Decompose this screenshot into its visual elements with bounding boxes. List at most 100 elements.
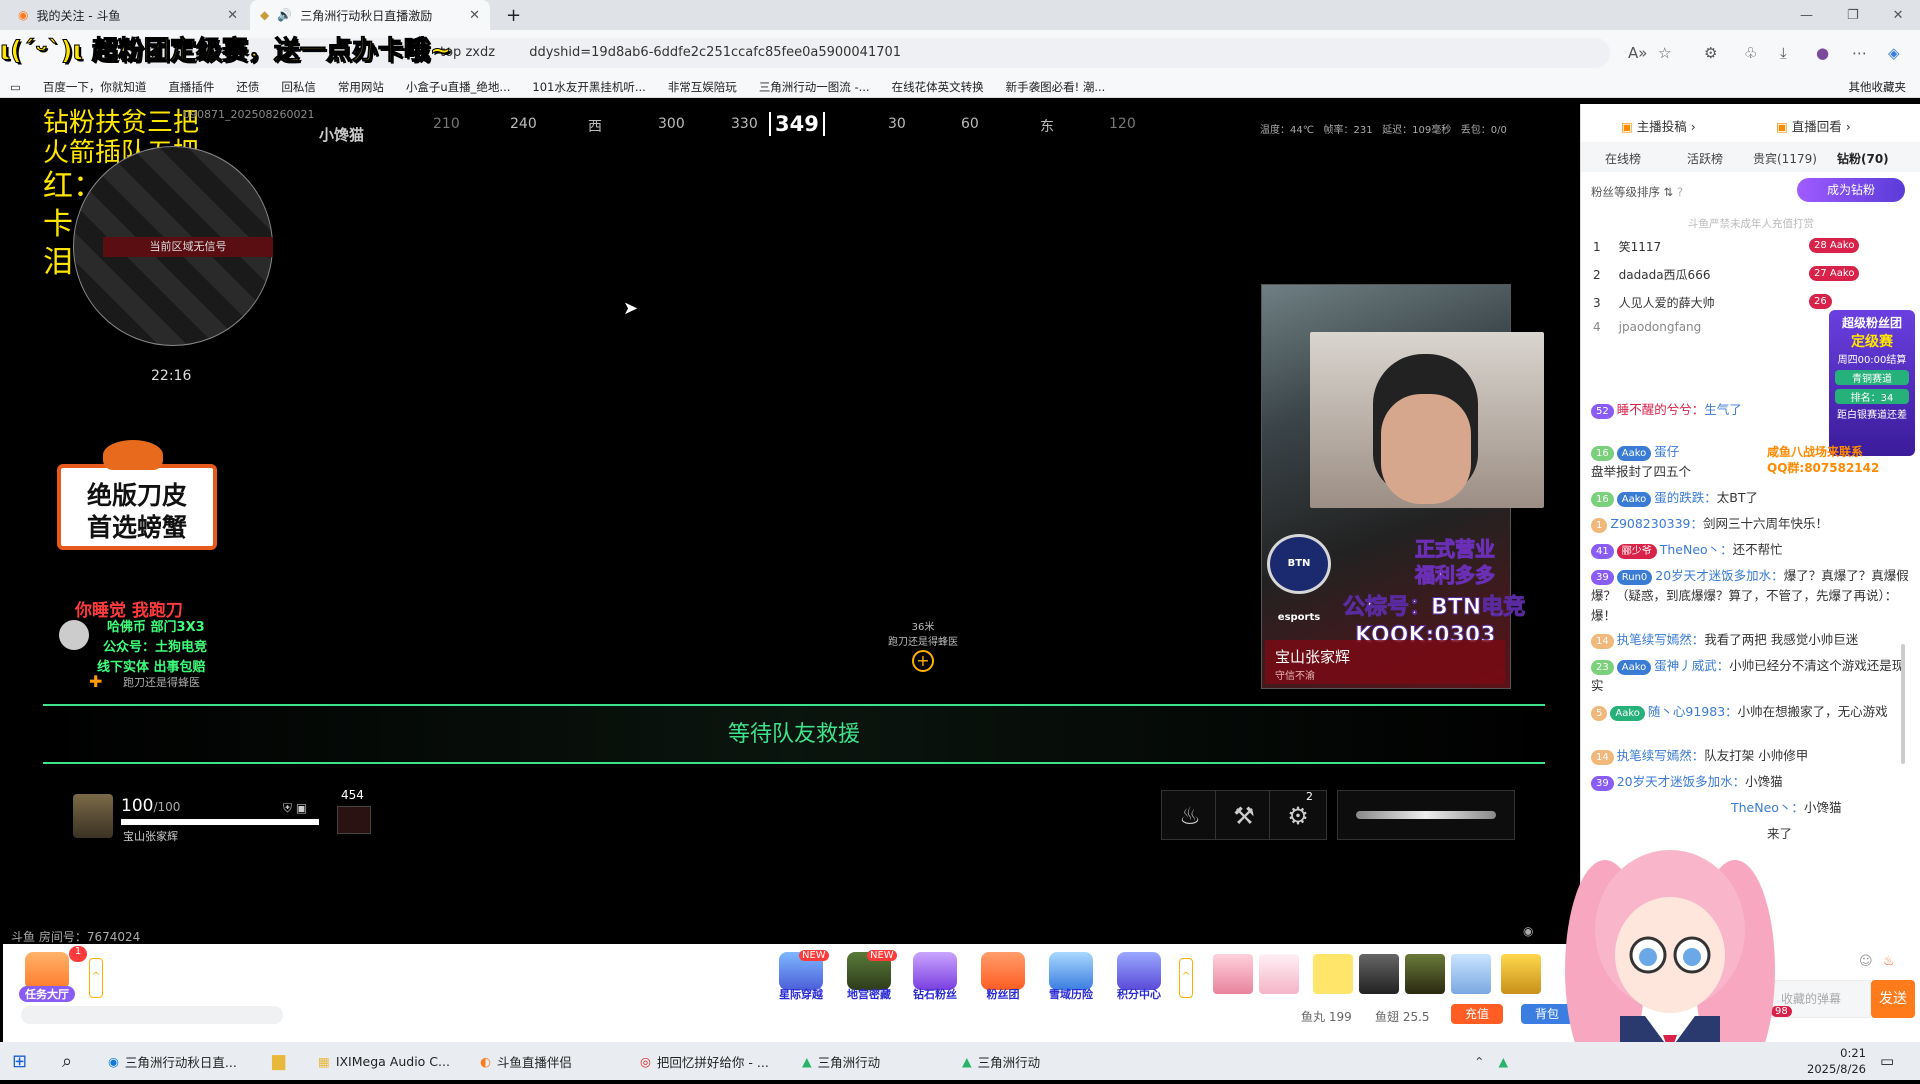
chat-message[interactable]: 1 Z908230339：剑网三十六周年快乐！ [1591, 514, 1909, 534]
chat-message[interactable]: 39 20岁天才迷饭多加水：小馋猫 [1591, 772, 1909, 792]
settings-dot-icon[interactable]: ◉ [1523, 924, 1533, 938]
gift-thumb-icon[interactable] [1313, 954, 1353, 994]
tab-diamond[interactable]: 钻粉(70) [1837, 150, 1889, 167]
taskbar-date: 2025/8/26 [1807, 1062, 1866, 1076]
favorite-star-icon[interactable]: ☆ [1658, 44, 1671, 62]
become-diamond-fan-button[interactable]: 成为钻粉 [1797, 178, 1905, 202]
tray-chevron-icon[interactable]: ⌃ [1474, 1054, 1484, 1069]
chat-message[interactable]: 16 Aako 蛋的跌跌：太BT了 [1591, 488, 1909, 508]
expand-arrow-icon[interactable]: ^ [89, 958, 103, 998]
chat-message[interactable]: 41 郦少爷 TheNeo丶：还不帮忙 [1591, 540, 1909, 560]
tab-my-follows[interactable]: ◉ 我的关注 - 斗鱼 ✕ [8, 0, 248, 30]
rank-row[interactable]: 2 dadada西瓜666 [1593, 266, 1710, 283]
rank-row[interactable]: 4 jpaodongfang [1593, 320, 1701, 334]
taskbar-app[interactable]: ◐ 斗鱼直播伴侣 [480, 1042, 630, 1080]
speaker-icon[interactable]: 🔊 [277, 8, 292, 22]
bookmark-item[interactable]: 小盒子u直播_绝地... [406, 79, 511, 95]
copilot-icon[interactable]: ◈ [1888, 44, 1900, 62]
bookmark-item[interactable]: 回私信 [281, 79, 316, 95]
anchor-post-link[interactable]: ▣ 主播投稿 › [1621, 116, 1696, 135]
new-tab-button[interactable]: + [496, 0, 526, 30]
chat-message[interactable]: 5 Aako 随丶心91983：小帅在想搬家了，无心游戏 [1591, 702, 1909, 722]
tab-delta-force[interactable]: ◆ 🔊 三角洲行动秋日直播激励 ✕ [250, 0, 490, 30]
taskbar-app[interactable]: ▲ 三角洲行动 [962, 1042, 1112, 1080]
gift-item[interactable]: 钻石粉丝 [907, 952, 963, 1002]
close-tab-icon[interactable]: ✕ [227, 8, 238, 23]
tab-active[interactable]: 活跃榜 [1687, 150, 1723, 167]
chat-message[interactable]: 39 Run0 20岁天才迷饭多加水：爆了？真爆了？真爆假爆？（疑惑，到底爆爆？算了… [1591, 566, 1909, 626]
gold-bar-icon[interactable] [1501, 954, 1541, 994]
bookmark-item[interactable]: 百度一下，你就知道 [43, 79, 147, 95]
rank-title: 粉丝等级排序 ⇅ ? [1591, 185, 1684, 199]
chat-nick: 随丶心91983： [1647, 704, 1738, 719]
chat-text: 盘举报封了四五个 [1591, 464, 1692, 479]
fire-icon[interactable]: ♨ [1883, 954, 1895, 969]
start-icon[interactable]: ⊞ [12, 1042, 27, 1080]
close-window-icon[interactable]: ✕ [1893, 8, 1904, 23]
help-icon[interactable]: ? [1677, 185, 1683, 199]
read-aloud-icon[interactable]: A» [1628, 44, 1647, 62]
other-bookmarks[interactable]: 其他收藏夹 [1849, 79, 1907, 95]
bookmark-item[interactable]: 直播插件 [168, 79, 214, 95]
expand-arrow-icon[interactable]: ^ [1179, 958, 1193, 998]
gadget-count: 2 [1306, 790, 1313, 803]
gift-item[interactable]: 积分中心 [1111, 952, 1167, 1002]
task-hall-button[interactable]: 任务大厅 [19, 952, 75, 1002]
bookmark-item[interactable]: 还债 [236, 79, 259, 95]
more-menu-icon[interactable]: ⋯ [1852, 44, 1867, 62]
chat-message[interactable]: TheNeo丶：小馋猫 [1591, 798, 1909, 818]
taskbar-app[interactable]: ▲ 三角洲行动 [802, 1042, 952, 1080]
reading-list-icon[interactable]: ▭ [10, 80, 21, 94]
gift-thumb-icon[interactable] [1213, 954, 1253, 994]
download-icon[interactable]: ⤓ [1780, 44, 1787, 62]
compass-mark: 60 [961, 116, 979, 132]
collections-icon[interactable]: ♧ [1744, 44, 1757, 62]
chat-scrollbar[interactable] [1901, 644, 1905, 764]
video-player[interactable]: 钻粉扶贫三把 火箭插队五把 红：9 卡： 泪：4 090871_20250826… [3, 104, 1580, 944]
replay-link[interactable]: ▣ 直播回看 › [1776, 116, 1851, 135]
favicon-icon: ◆ [260, 8, 270, 22]
chat-message[interactable]: 16 Aako 蛋仔 盘举报封了四五个 [1591, 442, 1909, 482]
gift-item[interactable]: 雪域历险 [1043, 952, 1099, 1002]
bookmark-item[interactable]: 三角洲行动一图流 -... [759, 79, 870, 95]
taskbar-app[interactable]: ◎ 把回忆拼好给你 - ... [640, 1042, 790, 1080]
gift-thumb-icon[interactable] [1405, 954, 1445, 994]
tray-app-icon[interactable]: ▲ [1498, 1054, 1508, 1069]
chat-message[interactable]: 52 睡不醒的兮兮：生气了 [1591, 400, 1909, 420]
clock[interactable]: 0:21 2025/8/26 [1782, 1042, 1866, 1080]
search-icon[interactable]: ⌕ [62, 1042, 72, 1080]
restore-icon[interactable]: ❐ [1847, 8, 1859, 23]
gift-thumb-icon[interactable] [1259, 954, 1299, 994]
chat-message[interactable]: 23 Aako 蛋神丿威武：小帅已经分不清这个游戏还是现实 [1591, 656, 1909, 696]
chat-message[interactable]: 14 执笔续写嫣然：队友打架 小帅修甲 [1591, 746, 1909, 766]
minimize-icon[interactable]: — [1800, 8, 1813, 23]
bookmark-item[interactable]: 101水友开黑挂机听... [532, 79, 645, 95]
close-tab-icon[interactable]: ✕ [469, 8, 480, 23]
bookmark-item[interactable]: 常用网站 [338, 79, 384, 95]
bookmark-item[interactable]: 非常互娱陪玩 [668, 79, 737, 95]
bookmark-item[interactable]: 新手袭图必看! 潮... [1006, 79, 1106, 95]
tab-online[interactable]: 在线榜 [1605, 150, 1641, 167]
notification-icon[interactable]: ▭ [1880, 1042, 1894, 1080]
file-explorer-icon[interactable]: ▆ [272, 1042, 285, 1080]
armor-icon: ⛨ ▣ [283, 801, 308, 815]
gift-thumb-icon[interactable] [1451, 954, 1491, 994]
emoji-icon[interactable]: ☺ [1859, 954, 1873, 969]
chat-nick: TheNeo丶： [1659, 542, 1733, 557]
chat-nick: 睡不醒的兮兮： [1616, 402, 1705, 417]
profile-avatar-icon[interactable]: ● [1816, 44, 1829, 62]
taskbar-app-label: IXIMega Audio C... [335, 1053, 450, 1069]
rank-row[interactable]: 3 人见人爱的薛大帅 [1593, 294, 1715, 311]
recharge-button[interactable]: 充值 [1451, 1004, 1503, 1024]
gift-thumb-icon[interactable] [1359, 954, 1399, 994]
extensions-icon[interactable]: ⚙ [1704, 44, 1717, 62]
chat-message[interactable]: 14 执笔续写嫣然：我看了两把 我感觉小帅巨迷 [1591, 630, 1909, 650]
gift-item[interactable]: 粉丝团 [975, 952, 1031, 1002]
bookmark-item[interactable]: 在线花体英文转换 [892, 79, 984, 95]
super-fan-promo[interactable]: 超级粉丝团 定级赛 周四00:00结算 青铜赛道 排名：34 距白银赛道还差 [1829, 310, 1915, 456]
taskbar-app[interactable]: ▦ IXIMega Audio C... [318, 1042, 468, 1080]
tab-vip[interactable]: 贵宾(1179) [1753, 150, 1817, 167]
rank-row[interactable]: 1 笑1117 [1593, 238, 1661, 255]
send-button[interactable]: 发送 [1871, 980, 1915, 1018]
taskbar-app[interactable]: ◉ 三角洲行动秋日直... [108, 1042, 258, 1080]
